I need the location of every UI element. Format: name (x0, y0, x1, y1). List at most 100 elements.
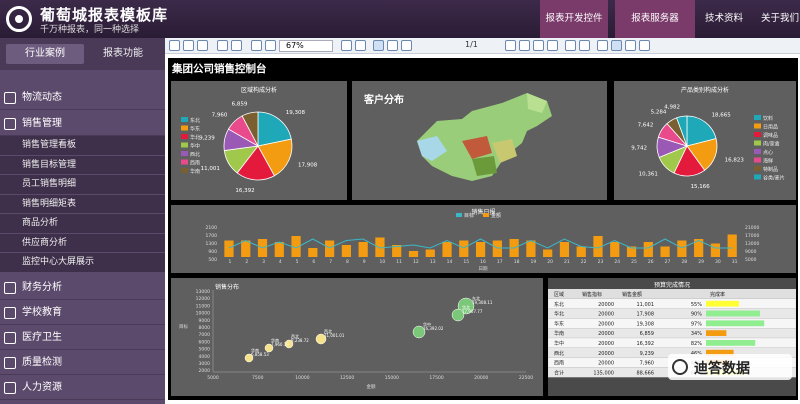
y-tick-left: 1300 (206, 241, 218, 247)
tab-industry-cases[interactable]: 行业案例 (6, 44, 84, 64)
legend-swatch (181, 151, 188, 156)
sidebar-item-quality[interactable]: 质量检测 (0, 351, 165, 375)
snapshot-icon[interactable] (639, 40, 650, 51)
table-cell: 11,001 (637, 302, 655, 308)
table-cell: 9,239 (640, 351, 654, 357)
find-icon[interactable] (231, 40, 242, 51)
zoom-select[interactable]: 67% (279, 40, 333, 52)
refresh-icon[interactable] (197, 40, 208, 51)
nav-about-us[interactable]: 关于我们 (755, 0, 800, 38)
sidebar-item-sales[interactable]: 销售管理 (0, 112, 165, 136)
copy-icon[interactable] (217, 40, 228, 51)
next-page-icon[interactable] (533, 40, 544, 51)
x-tick: 24 (614, 259, 620, 265)
daily-bar (341, 245, 351, 257)
table-cell: 97% (691, 321, 702, 327)
legend-swatch (754, 140, 761, 146)
x-tick: 9 (363, 259, 366, 265)
bubble-value: 19,308.11 (472, 300, 493, 305)
table-cell: 华北 (554, 311, 564, 318)
sidebar-subitem[interactable]: 销售目标管理 (0, 155, 165, 175)
legend-label: 西北 (190, 151, 200, 158)
bubble-value: 11,001.01 (324, 333, 345, 338)
legend-label: 日用品 (763, 125, 778, 131)
sidebar-subitem[interactable]: 销售管理看板 (0, 136, 165, 156)
legend-swatch (483, 213, 489, 217)
pie-value-label: 9,742 (631, 146, 647, 152)
last-page-icon[interactable] (547, 40, 558, 51)
multi-page-icon[interactable] (401, 40, 412, 51)
table-cell: 20000 (598, 331, 614, 337)
sidebar-subitem[interactable]: 员工销售明细 (0, 175, 165, 195)
pie-value-label: 7,960 (212, 112, 228, 118)
legend-swatch (754, 149, 761, 154)
x-tick: 7 (329, 259, 332, 265)
tab-report-features[interactable]: 报表功能 (88, 44, 158, 64)
reload-icon[interactable] (597, 40, 608, 51)
legend-swatch (754, 123, 761, 129)
x-tick: 20000 (474, 375, 488, 381)
pie-value-label: 7,642 (638, 122, 654, 128)
daily-bar (308, 248, 318, 257)
zoom-in-icon[interactable] (251, 40, 262, 51)
fit-page-icon[interactable] (355, 40, 366, 51)
forward-icon[interactable] (579, 40, 590, 51)
y-tick-right: 17000 (745, 233, 759, 239)
legend-swatch (754, 166, 761, 171)
fit-width-icon[interactable] (341, 40, 352, 51)
export-icon[interactable] (183, 40, 194, 51)
table-cell: 20000 (598, 312, 614, 318)
x-tick: 5000 (207, 375, 219, 381)
sidebar-subitem[interactable]: 监控中心大屏展示 (0, 253, 165, 273)
table-row (548, 328, 796, 339)
daily-bar (224, 240, 234, 257)
print-icon[interactable] (169, 40, 180, 51)
legend-label: 海鲜 (763, 158, 773, 165)
continuous-icon[interactable] (387, 40, 398, 51)
sidebar-item-healthcare[interactable]: 医疗卫生 (0, 326, 165, 350)
table-header-cell: 销售金额 (622, 291, 642, 298)
report-toolbar: 67% 1/1 (165, 38, 800, 54)
map-panel: 客户分布 (352, 81, 607, 200)
sidebar-subitem[interactable]: 销售明细矩表 (0, 194, 165, 214)
sidebar-item-education[interactable]: 学校教育 (0, 301, 165, 325)
select-icon[interactable] (625, 40, 636, 51)
quality-icon (4, 357, 16, 369)
legend-label: 华南 (190, 168, 200, 175)
sidebar-item-hr[interactable]: 人力资源 (0, 376, 165, 400)
x-tick: 6 (312, 259, 315, 265)
nav-report-controls[interactable]: 报表开发控件 (540, 0, 608, 38)
pan-hand-icon[interactable] (611, 40, 622, 51)
region-pie-chart: 19,308 17,908 16,392 11,001 9,239 7,960 6,859 东… (181, 101, 318, 194)
y-tick: 6000 (199, 339, 211, 345)
legend-label: 东北 (190, 117, 200, 124)
pie-value-label: 19,308 (286, 110, 306, 116)
nav-tech-docs[interactable]: 技术资料 (698, 0, 750, 38)
y-tick-left: 1700 (206, 233, 218, 239)
pie-value-label: 9,239 (199, 136, 215, 142)
nav-report-server[interactable]: 报表服务器 (615, 0, 695, 38)
daily-bar (610, 242, 620, 257)
first-page-icon[interactable] (505, 40, 516, 51)
bubble-value: 17,907.77 (462, 309, 483, 314)
x-tick: 10000 (295, 375, 309, 381)
sidebar-item-logistics[interactable]: 物流动态 (0, 86, 165, 110)
y-tick: 7000 (199, 332, 211, 338)
daily-bar (727, 234, 737, 257)
table-header-cell: 区域 (554, 291, 564, 298)
single-page-icon[interactable] (373, 40, 384, 51)
pie-value-label: 17,908 (298, 162, 318, 168)
zoom-out-icon[interactable] (265, 40, 276, 51)
brand-subtitle: 千万种报表，同一种选择 (40, 25, 140, 35)
bubble-chart: 1300012000110001000090008000700060005000… (179, 289, 533, 390)
sidebar-subitem[interactable]: 供应商分析 (0, 233, 165, 253)
completion-bar (706, 300, 739, 307)
legend-swatch (181, 134, 188, 139)
back-icon[interactable] (565, 40, 576, 51)
dashboard-title: 集团公司销售控制台 (172, 63, 267, 75)
sidebar-subitem[interactable]: 商品分析 (0, 214, 165, 234)
legend-swatch (181, 159, 188, 165)
x-tick: 4 (279, 259, 282, 265)
x-tick: 20 (547, 259, 553, 265)
prev-page-icon[interactable] (519, 40, 530, 51)
